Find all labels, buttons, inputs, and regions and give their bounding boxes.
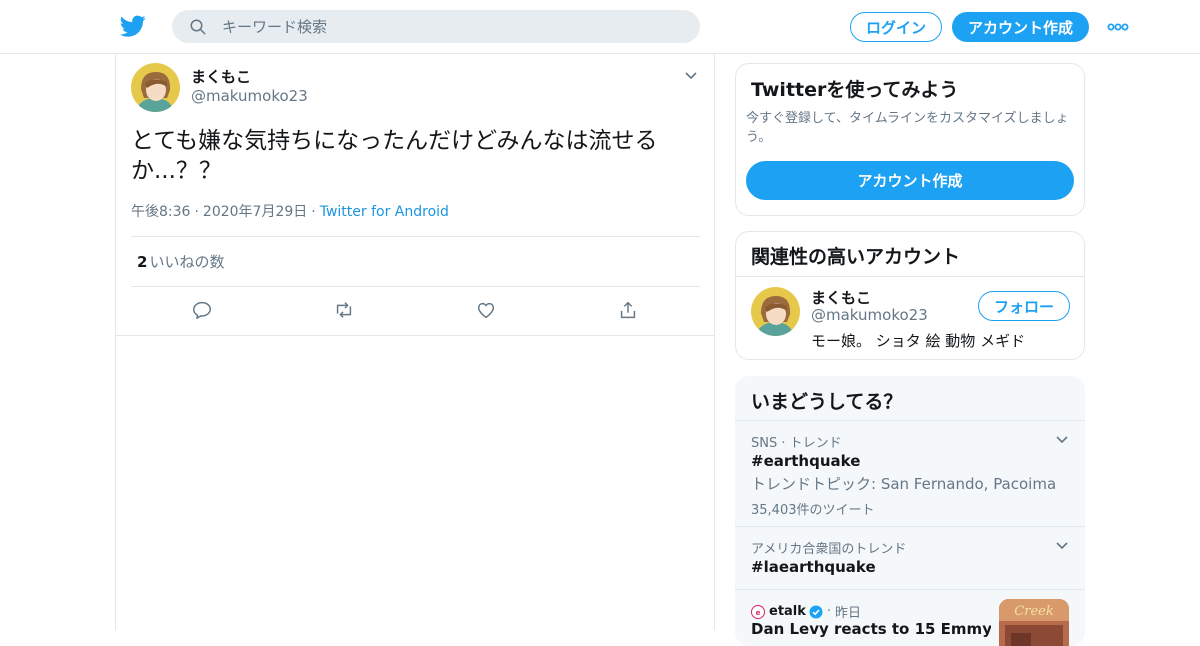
trend-hashtag[interactable]: #earthquake: [751, 452, 860, 470]
related-account-bio: モー娘。 ショタ 絵 動物 メギド: [811, 332, 1026, 350]
likes-stat[interactable]: 2 いいねの数: [137, 251, 224, 272]
tweet-actions: [116, 299, 714, 321]
tweet-text: とても嫌な気持ちになったんだけどみんなは流せるか...？？: [131, 128, 658, 184]
related-account-name[interactable]: まくもこ: [811, 287, 871, 308]
reply-icon[interactable]: [191, 299, 213, 321]
trend-item[interactable]: SNS · トレンド #earthquake トレンドトピック: San Fer…: [735, 420, 1085, 526]
signup-card-description: 今すぐ登録して、タイムラインをカスタマイズしましょう。: [746, 111, 1069, 145]
author-name[interactable]: まくもこ: [191, 66, 251, 87]
trend-item[interactable]: アメリカ合衆国のトレンド #laearthquake: [735, 526, 1085, 589]
like-icon[interactable]: [475, 299, 497, 321]
divider: [131, 236, 700, 237]
signup-card-title: Twitterを使ってみよう: [751, 79, 959, 101]
trends-card: いまどうしてる？ SNS · トレンド #earthquake トレンドトピック…: [735, 376, 1085, 646]
trend-context: SNS · トレンド: [751, 436, 842, 451]
etalk-logo-icon: e: [751, 604, 765, 619]
news-item[interactable]: e etalk · 昨日 Dan Levy reacts to 15 Emmy …: [735, 589, 1085, 646]
share-icon[interactable]: [617, 299, 639, 321]
signup-button[interactable]: アカウント作成: [952, 12, 1089, 42]
news-source: e etalk · 昨日: [751, 602, 861, 621]
trend-topic: トレンドトピック: San Fernando, Pacoima: [751, 475, 1057, 493]
likes-count: 2: [137, 253, 148, 271]
signup-card-button[interactable]: アカウント作成: [746, 161, 1074, 200]
search-input[interactable]: [222, 10, 682, 43]
tweet-column: まくもこ @makumoko23 とても嫌な気持ちになったんだけどみんなは流せる…: [115, 54, 715, 630]
tweet-date[interactable]: 2020年7月29日: [203, 204, 307, 220]
twitter-bird-icon[interactable]: [120, 13, 146, 39]
trend-count: 35,403件のツイート: [751, 503, 875, 518]
separator-dot: ·: [194, 204, 199, 220]
author-handle[interactable]: @makumoko23: [191, 87, 308, 105]
retweet-icon[interactable]: [333, 299, 355, 321]
verified-icon: [809, 605, 823, 619]
trend-context: アメリカ合衆国のトレンド: [751, 542, 907, 557]
follow-button[interactable]: フォロー: [978, 291, 1070, 321]
login-button[interactable]: ログイン: [850, 12, 942, 42]
avatar[interactable]: [131, 63, 180, 112]
avatar[interactable]: [751, 287, 800, 336]
likes-label: いいねの数: [149, 253, 225, 271]
divider: [116, 335, 714, 336]
news-headline[interactable]: Dan Levy reacts to 15 Emmy nomi: [751, 620, 991, 638]
trend-hashtag[interactable]: #laearthquake: [751, 558, 876, 576]
search-icon: [189, 18, 207, 36]
news-thumbnail[interactable]: Creek: [999, 599, 1069, 646]
tweet-time[interactable]: 午後8:36: [131, 204, 190, 220]
trends-title: いまどうしてる？: [751, 391, 903, 413]
chevron-down-icon[interactable]: [684, 69, 698, 83]
news-source-name[interactable]: etalk: [769, 604, 806, 619]
chevron-down-icon[interactable]: [1055, 539, 1069, 553]
search-box[interactable]: [172, 10, 700, 43]
svg-text:Creek: Creek: [1014, 604, 1054, 619]
separator-dot: ·: [826, 604, 832, 619]
related-accounts-card: 関連性の高いアカウント まくもこ @makumoko23 モー娘。 ショタ 絵 …: [735, 231, 1085, 360]
related-title: 関連性の高いアカウント: [751, 246, 961, 268]
divider: [131, 286, 700, 287]
tweet-source-link[interactable]: Twitter for Android: [320, 204, 449, 220]
more-icon[interactable]: [1107, 22, 1129, 32]
tweet-meta: 午後8:36 · 2020年7月29日 · Twitter for Android: [131, 201, 449, 221]
separator-dot: ·: [311, 204, 316, 220]
signup-card: Twitterを使ってみよう 今すぐ登録して、タイムラインをカスタマイズしましょ…: [735, 63, 1085, 216]
svg-text:e: e: [756, 609, 761, 617]
divider: [736, 276, 1084, 277]
top-bar: ログイン アカウント作成: [0, 0, 1200, 54]
chevron-down-icon[interactable]: [1055, 433, 1069, 447]
related-account-handle[interactable]: @makumoko23: [811, 306, 928, 324]
news-time: 昨日: [835, 606, 862, 621]
